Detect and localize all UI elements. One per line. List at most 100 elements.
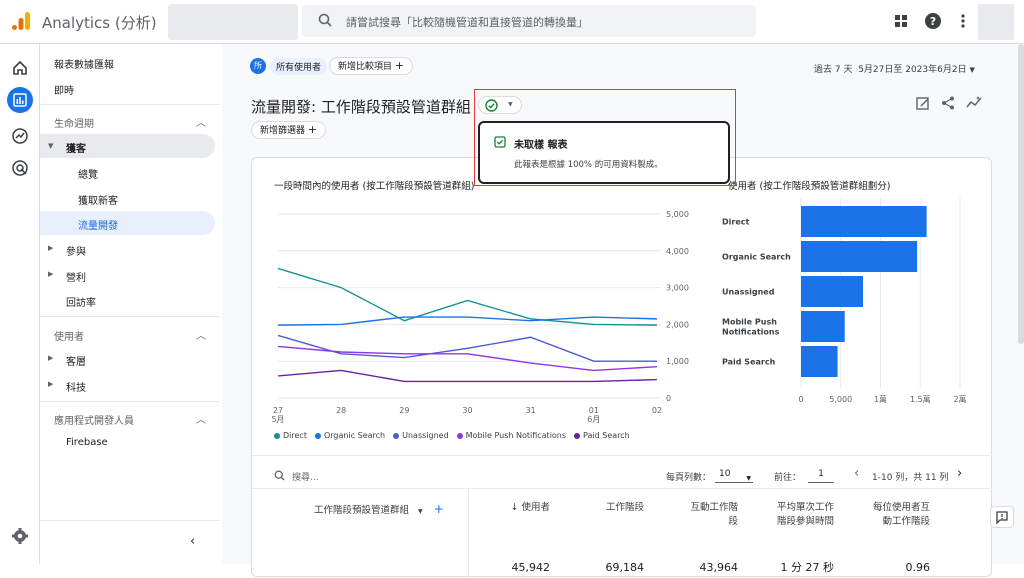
- legend-item[interactable]: Unassigned: [393, 431, 449, 440]
- goto-input[interactable]: 1: [808, 467, 834, 483]
- legend-swatch: [574, 432, 581, 439]
- dimension-header-label: 工作階段預設管道群組: [314, 505, 410, 516]
- sidebar: 報表數據匯報 即時 生命週期 ︿ ▼ 獲客 總覽 獲取新客 流量開發 ▶ 參與 …: [40, 44, 222, 564]
- pagination-text: 1-10 列，共 11 列: [872, 473, 949, 483]
- help-icon[interactable]: ?: [924, 12, 942, 30]
- analytics-logo-icon[interactable]: [10, 10, 32, 32]
- sidebar-divider: [40, 104, 220, 105]
- sidebar-item-monetization[interactable]: 營利: [66, 269, 86, 284]
- sidebar-item-traffic-acquisition[interactable]: [40, 211, 215, 235]
- legend-label: Mobile Push Notifications: [465, 431, 567, 440]
- column-header-sessions[interactable]: 工作階段: [598, 501, 644, 515]
- more-vert-icon[interactable]: [954, 12, 972, 30]
- next-page-icon[interactable]: ›: [957, 466, 962, 481]
- scrollbar[interactable]: [1018, 44, 1024, 344]
- x-tick-label: 5,000: [829, 395, 852, 404]
- prev-page-icon[interactable]: ‹: [854, 466, 859, 481]
- chevron-up-icon[interactable]: ︿: [196, 327, 206, 342]
- share-icon[interactable]: [940, 95, 956, 111]
- caret-down-icon: ▼: [418, 508, 423, 515]
- sidebar-item-realtime[interactable]: 即時: [54, 82, 74, 97]
- add-filter-button[interactable]: 新增篩選器 +: [251, 121, 327, 139]
- date-range-value: 5月27日至 2023年6月2日: [858, 65, 967, 75]
- reports-icon[interactable]: [7, 87, 33, 113]
- line-chart[interactable]: 5,000 4,000 3,000 2,000 1,000 0 275月 28 29 30 31 01…: [252, 198, 712, 428]
- chevron-up-icon[interactable]: ︿: [196, 411, 206, 426]
- top-bar: Analytics (分析) 請嘗試搜尋「比較隨機管道和直接管道的轉換量」 ?: [0, 0, 1024, 44]
- sidebar-item-demographics[interactable]: 客層: [66, 353, 86, 368]
- sidebar-item-retention[interactable]: 回訪率: [66, 294, 96, 309]
- caret-down-icon: ▼: [969, 66, 975, 74]
- add-filter-label: 新增篩選器: [260, 126, 306, 136]
- legend-item[interactable]: Paid Search: [574, 431, 630, 440]
- apps-grid-icon[interactable]: [892, 12, 910, 30]
- advertising-icon[interactable]: [10, 158, 30, 178]
- rows-per-page-label: 每頁列數：: [666, 473, 712, 483]
- sidebar-divider: [40, 316, 220, 317]
- column-header-avg-engagement-time[interactable]: 平均單次工作階段參與時間: [776, 501, 834, 529]
- audience-badge: 所: [250, 58, 266, 74]
- customize-report-icon[interactable]: [915, 95, 931, 111]
- x-tick-label: 1.5萬: [910, 394, 931, 404]
- legend-item[interactable]: Direct: [274, 431, 307, 440]
- x-tick-label: 02: [652, 406, 662, 415]
- avatar[interactable]: [978, 4, 1014, 40]
- report-card: 一段時間內的使用者 (按工作階段預設管道群組) 使用者 (按工作階段預設管道群組…: [251, 157, 993, 578]
- settings-gear-icon[interactable]: [10, 526, 30, 546]
- search-bar[interactable]: 請嘗試搜尋「比較隨機管道和直接管道的轉換量」: [302, 5, 756, 37]
- add-comparison-button[interactable]: 新增比較項目 +: [329, 57, 414, 75]
- sidebar-item-overview[interactable]: 總覽: [78, 166, 98, 181]
- line-chart-title: 一段時間內的使用者 (按工作階段預設管道群組): [274, 181, 475, 192]
- sidebar-item-engagement[interactable]: 參與: [66, 243, 86, 258]
- account-selector[interactable]: [168, 4, 298, 40]
- sidebar-section-user[interactable]: 使用者: [54, 328, 84, 343]
- sidebar-section-app-developer[interactable]: 應用程式開發人員: [54, 412, 134, 427]
- legend-swatch: [456, 432, 463, 439]
- insights-icon[interactable]: [966, 95, 982, 111]
- category-label: Notifications: [722, 328, 780, 337]
- column-header-engaged-sessions[interactable]: 互動工作階段: [684, 501, 738, 529]
- rows-per-page-value: 10: [719, 469, 731, 479]
- y-tick-label: 0: [666, 394, 671, 403]
- sidebar-item-tech[interactable]: 科技: [66, 379, 86, 394]
- caret-right-icon: ▶: [48, 354, 54, 362]
- legend-label: Organic Search: [323, 431, 386, 440]
- goto-label: 前往：: [774, 473, 802, 483]
- all-users-chip[interactable]: 所 所有使用者: [250, 57, 328, 75]
- line-chart-legend: Direct Organic Search Unassigned Mobile Pus…: [274, 431, 630, 440]
- collapse-sidebar-icon[interactable]: ‹: [190, 534, 195, 549]
- column-header-users[interactable]: ↓ 使用者: [492, 501, 551, 515]
- app-title: Analytics (分析): [42, 14, 157, 32]
- table-search-input[interactable]: 搜尋...: [292, 470, 319, 483]
- sidebar-item-reports-snapshot[interactable]: 報表數據匯報: [54, 56, 114, 71]
- sidebar-item-traffic-acquisition-label: 流量開發: [78, 221, 118, 232]
- feedback-icon[interactable]: [990, 506, 1014, 528]
- rows-per-page-select[interactable]: 10 ▼: [715, 467, 753, 483]
- legend-item[interactable]: Organic Search: [314, 431, 386, 440]
- chevron-up-icon[interactable]: ︿: [196, 114, 206, 129]
- bar-organic-search: [801, 241, 918, 272]
- date-range-picker[interactable]: 過去 7 天 5月27日至 2023年6月2日 ▼: [814, 62, 975, 75]
- sidebar-item-user-acquisition[interactable]: 獲取新客: [78, 192, 118, 207]
- legend-item[interactable]: Mobile Push Notifications: [456, 431, 567, 440]
- x-tick-label: 1萬: [874, 394, 887, 404]
- sidebar-section-lifecycle[interactable]: 生命週期: [54, 115, 94, 130]
- total-engaged-sessions: 43,964: [699, 561, 739, 574]
- search-icon: [318, 13, 332, 27]
- column-header-engaged-sessions-per-user[interactable]: 每位使用者互動工作階段: [872, 501, 930, 529]
- date-range-label: 過去 7 天: [814, 65, 853, 75]
- bar-mobile-push-notifications: [801, 311, 845, 342]
- dimension-header[interactable]: 工作階段預設管道群組 ▼ +: [314, 502, 444, 516]
- bar-chart[interactable]: 0 5,000 1萬 1.5萬 2萬 Direct Organic Search Unassi…: [722, 198, 987, 428]
- category-label: Mobile Push: [722, 318, 777, 327]
- sidebar-item-firebase[interactable]: Firebase: [66, 437, 108, 448]
- explore-icon[interactable]: [10, 126, 30, 146]
- home-icon[interactable]: [10, 58, 30, 78]
- legend-swatch: [314, 432, 321, 439]
- x-tick-label: 29: [399, 406, 409, 415]
- total-avg-engagement-time: 1 分 27 秒: [780, 561, 835, 574]
- sidebar-divider: [40, 520, 220, 521]
- y-tick-label: 2,000: [666, 320, 689, 329]
- add-dimension-icon[interactable]: +: [434, 502, 444, 516]
- caret-right-icon: ▶: [48, 270, 54, 278]
